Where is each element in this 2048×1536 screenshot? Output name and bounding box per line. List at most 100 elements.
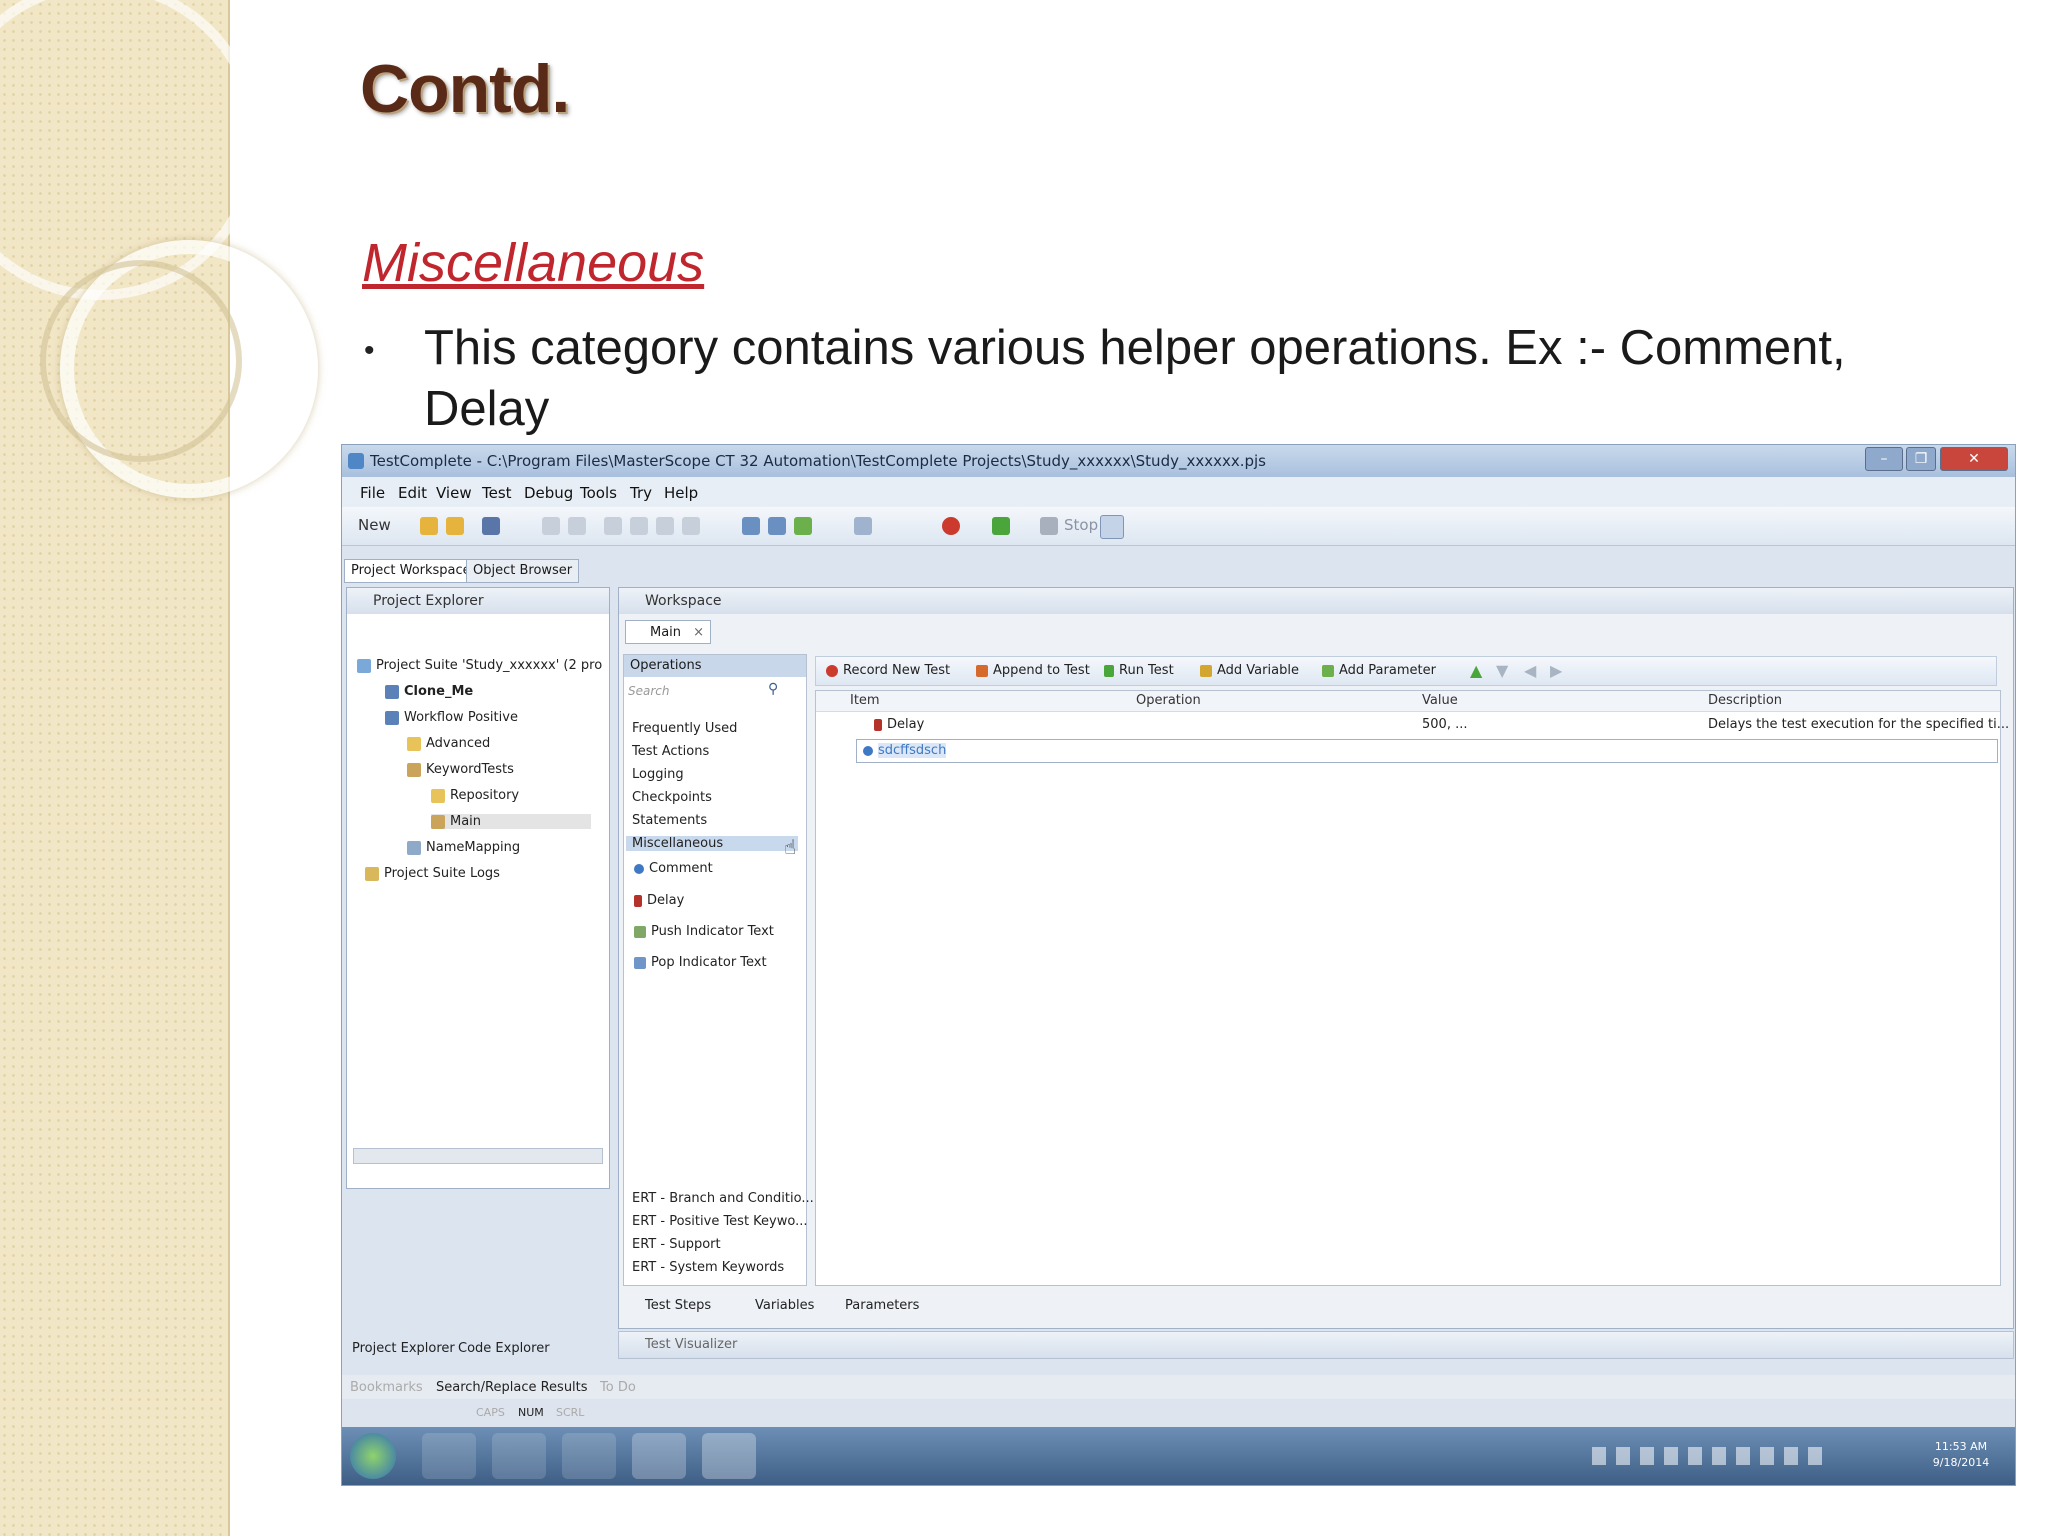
operation-comment[interactable]: Comment xyxy=(634,861,713,876)
properties-icon[interactable] xyxy=(854,517,872,535)
windows-taskbar: 11:53 AM 9/18/2014 xyxy=(342,1427,2015,1485)
test-steps-grid: Item Operation Value Description Delay 5… xyxy=(815,690,2009,1286)
search-icon[interactable]: ⚲ xyxy=(768,681,778,697)
explorer-icon[interactable] xyxy=(492,1433,546,1479)
operation-delay[interactable]: Delay xyxy=(634,893,684,908)
menu-test[interactable]: Test xyxy=(482,484,512,502)
menu-try[interactable]: Try xyxy=(630,484,652,502)
category-ert-system[interactable]: ERT - System Keywords xyxy=(632,1260,784,1275)
tab-search-replace-results[interactable]: Search/Replace Results xyxy=(436,1380,588,1395)
copy-icon[interactable] xyxy=(630,517,648,535)
tree-item-advanced[interactable]: Advanced xyxy=(407,736,490,751)
record-new-test-button[interactable]: Record New Test xyxy=(826,663,950,678)
add-variable-button[interactable]: Add Variable xyxy=(1200,663,1299,678)
column-header-item[interactable]: Item xyxy=(850,693,880,708)
menu-debug[interactable]: Debug xyxy=(524,484,573,502)
open-icon[interactable] xyxy=(420,517,438,535)
keyword-test-icon xyxy=(431,814,445,829)
tab-project-explorer[interactable]: Project Explorer xyxy=(352,1341,455,1356)
tree-item-keywordtests[interactable]: KeywordTests xyxy=(407,762,514,777)
category-ert-support[interactable]: ERT - Support xyxy=(632,1237,721,1252)
run-test-button[interactable]: Run Test xyxy=(1104,663,1174,678)
stop-label[interactable]: Stop xyxy=(1064,516,1098,534)
category-frequently-used[interactable]: Frequently Used xyxy=(632,721,737,736)
media-player-icon[interactable] xyxy=(562,1433,616,1479)
paste-icon[interactable] xyxy=(656,517,674,535)
tab-variables[interactable]: Variables xyxy=(755,1298,814,1313)
menu-help[interactable]: Help xyxy=(664,484,698,502)
project-explorer-panel: Project Explorer Project Suite 'Study_xx… xyxy=(346,587,610,1189)
add-icon[interactable] xyxy=(794,517,812,535)
settings-icon[interactable] xyxy=(1100,515,1124,539)
run-icon[interactable] xyxy=(992,517,1010,535)
tree-item-clone-me[interactable]: Clone_Me xyxy=(385,684,473,699)
new-button[interactable]: New xyxy=(358,516,391,534)
remote-desktop-icon[interactable] xyxy=(632,1433,686,1479)
tree-item-repository[interactable]: Repository xyxy=(431,788,519,803)
close-button[interactable]: ✕ xyxy=(1940,447,2008,471)
stop-icon[interactable] xyxy=(1040,517,1058,535)
category-statements[interactable]: Statements xyxy=(632,813,707,828)
minimize-button[interactable]: – xyxy=(1865,447,1903,471)
tab-code-explorer[interactable]: Code Explorer xyxy=(458,1341,550,1356)
save-icon[interactable] xyxy=(446,517,464,535)
category-checkpoints[interactable]: Checkpoints xyxy=(632,790,712,805)
find-icon[interactable] xyxy=(742,517,760,535)
search-input[interactable]: Search xyxy=(628,681,778,701)
undo-icon[interactable] xyxy=(542,517,560,535)
category-test-actions[interactable]: Test Actions xyxy=(632,744,709,759)
tree-item-label: Clone_Me xyxy=(404,684,474,699)
column-header-description[interactable]: Description xyxy=(1708,693,1782,708)
indent-left-icon[interactable]: ◀ xyxy=(1524,661,1536,680)
redo-icon[interactable] xyxy=(568,517,586,535)
doc-tab-main[interactable]: Main × xyxy=(625,620,711,644)
cut-icon[interactable] xyxy=(604,517,622,535)
testcomplete-taskbar-icon[interactable] xyxy=(702,1433,756,1479)
tree-item-main[interactable]: Main xyxy=(431,814,591,829)
window-title: TestComplete - C:\Program Files\MasterSc… xyxy=(370,452,1267,470)
close-tab-icon[interactable]: × xyxy=(693,621,704,645)
tree-item-project-suite[interactable]: Project Suite 'Study_xxxxxx' (2 pro xyxy=(357,658,602,673)
column-header-value[interactable]: Value xyxy=(1422,693,1458,708)
tree-item-label: Workflow Positive xyxy=(404,710,518,725)
category-ert-positive[interactable]: ERT - Positive Test Keywo... xyxy=(632,1214,808,1229)
menu-tools[interactable]: Tools xyxy=(580,484,617,502)
category-miscellaneous[interactable]: Miscellaneous xyxy=(626,836,798,851)
delete-icon[interactable] xyxy=(682,517,700,535)
move-down-icon[interactable]: ▼ xyxy=(1496,661,1508,680)
save-all-icon[interactable] xyxy=(482,517,500,535)
indent-right-icon[interactable]: ▶ xyxy=(1550,661,1562,680)
clock-date: 9/18/2014 xyxy=(1932,1456,1990,1469)
window-titlebar: TestComplete - C:\Program Files\MasterSc… xyxy=(342,445,2015,477)
tab-project-workspace[interactable]: Project Workspace xyxy=(344,559,478,583)
replace-icon[interactable] xyxy=(768,517,786,535)
column-header-operation[interactable]: Operation xyxy=(1136,693,1201,708)
start-button[interactable] xyxy=(350,1433,396,1479)
tab-bookmarks[interactable]: Bookmarks xyxy=(350,1380,423,1395)
category-logging[interactable]: Logging xyxy=(632,767,684,782)
append-to-test-button[interactable]: Append to Test xyxy=(976,663,1090,678)
tab-to-do[interactable]: To Do xyxy=(600,1380,636,1395)
menu-edit[interactable]: Edit xyxy=(398,484,427,502)
horizontal-scrollbar[interactable] xyxy=(353,1148,603,1164)
table-row[interactable]: sdcffsdsch xyxy=(856,739,1998,763)
menu-file[interactable]: File xyxy=(360,484,385,502)
operation-push-indicator-text[interactable]: Push Indicator Text xyxy=(634,924,774,939)
tree-item-workflow-positive[interactable]: Workflow Positive xyxy=(385,710,518,725)
tab-test-steps[interactable]: Test Steps xyxy=(645,1298,711,1313)
tab-parameters[interactable]: Parameters xyxy=(845,1298,919,1313)
operation-pop-indicator-text[interactable]: Pop Indicator Text xyxy=(634,955,767,970)
move-up-icon[interactable]: ▲ xyxy=(1470,661,1482,680)
menu-view[interactable]: View xyxy=(436,484,472,502)
operations-header: Operations xyxy=(624,655,806,677)
clock[interactable]: 11:53 AM 9/18/2014 xyxy=(1916,1439,2006,1471)
maximize-button[interactable]: ❐ xyxy=(1906,447,1936,471)
tree-item-project-suite-logs[interactable]: Project Suite Logs xyxy=(365,866,500,881)
record-icon[interactable] xyxy=(942,517,960,535)
add-parameter-button[interactable]: Add Parameter xyxy=(1322,663,1436,678)
internet-explorer-icon[interactable] xyxy=(422,1433,476,1479)
tab-object-browser[interactable]: Object Browser xyxy=(466,559,580,583)
category-ert-branch[interactable]: ERT - Branch and Conditio... xyxy=(632,1191,814,1206)
tree-item-namemapping[interactable]: NameMapping xyxy=(407,840,520,855)
table-row[interactable]: Delay 500, ... Delays the test execution… xyxy=(816,713,2009,737)
